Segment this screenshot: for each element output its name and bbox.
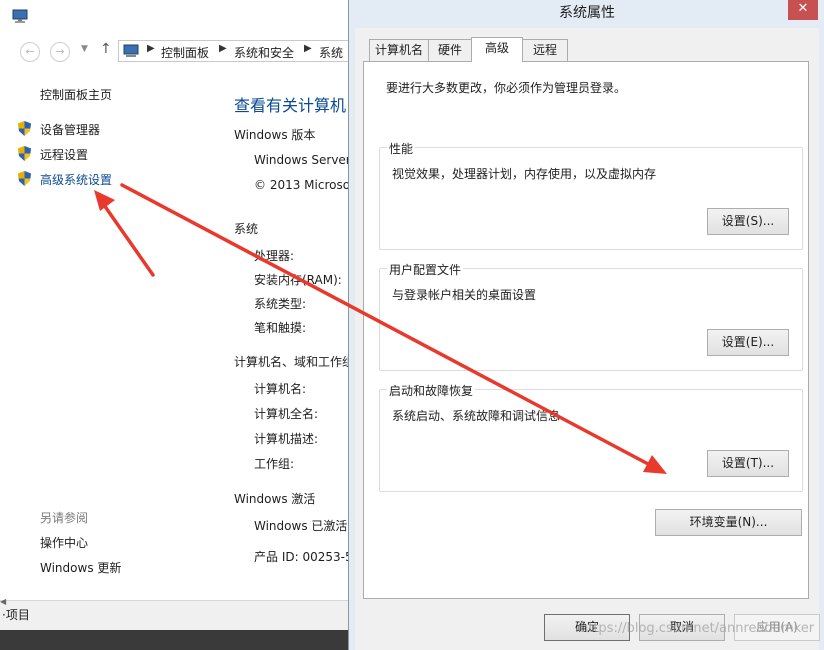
close-icon[interactable]: ✕ — [788, 0, 818, 20]
activation-status: Windows 已激活 — [254, 519, 348, 533]
performance-group: 性能 视觉效果，处理器计划，内存使用，以及虚拟内存 设置(S)... — [379, 140, 803, 250]
startup-recovery-settings-button[interactable]: 设置(T)... — [707, 450, 789, 477]
control-panel-home-link[interactable]: 控制面板主页 — [40, 86, 112, 103]
tab-hardware[interactable]: 硬件 — [428, 39, 472, 61]
watermark-text: https://blog.csdn.net/annreaddmker — [580, 621, 815, 636]
action-center-link[interactable]: 操作中心 — [40, 534, 88, 551]
control-panel-window: ← → ▼ ↑ ▶ 控制面板 ▶ 系统和安全 ▶ 系统 控制面板主页 设备管理器 — [0, 0, 358, 650]
breadcrumb-separator-icon: ▶ — [147, 43, 155, 54]
breadcrumb-separator-icon: ▶ — [304, 43, 312, 54]
advanced-system-settings-link[interactable]: 高级系统设置 — [40, 171, 112, 188]
uac-shield-icon — [18, 171, 31, 186]
tab-remote[interactable]: 远程 — [522, 39, 568, 61]
performance-desc: 视觉效果，处理器计划，内存使用，以及虚拟内存 — [392, 167, 657, 181]
advanced-tab-panel: 要进行大多数更改，你必须作为管理员登录。 性能 视觉效果，处理器计划，内存使用，… — [363, 61, 809, 599]
see-also-heading: 另请参阅 — [40, 511, 89, 525]
user-profiles-title: 用户配置文件 — [387, 261, 464, 278]
user-profiles-group: 用户配置文件 与登录帐户相关的桌面设置 设置(E)... — [379, 261, 803, 371]
activation-heading: Windows 激活 — [234, 492, 316, 506]
system-heading: 系统 — [234, 222, 259, 236]
processor-label: 处理器: — [254, 249, 295, 263]
status-bar: ◀ ·项目 — [0, 597, 350, 630]
taskbar — [0, 630, 350, 650]
control-panel-titlebar — [0, 0, 350, 30]
startup-recovery-group: 启动和故障恢复 系统启动、系统故障和调试信息 设置(T)... — [379, 382, 803, 492]
up-button[interactable]: ↑ — [100, 41, 112, 57]
system-type-label: 系统类型: — [254, 297, 307, 311]
system-app-icon — [12, 9, 28, 23]
uac-shield-icon — [18, 146, 31, 161]
windows-update-link[interactable]: Windows 更新 — [40, 559, 121, 576]
edition-name: Windows Server — [254, 153, 351, 167]
performance-settings-button[interactable]: 设置(S)... — [707, 208, 789, 235]
breadcrumb-system[interactable]: 系统 — [319, 44, 343, 61]
control-panel-icon — [123, 44, 139, 57]
navigation-bar: ← → ▼ ↑ ▶ 控制面板 ▶ 系统和安全 ▶ 系统 — [0, 36, 358, 66]
device-manager-link[interactable]: 设备管理器 — [40, 121, 100, 138]
recent-pages-chevron-icon[interactable]: ▼ — [81, 44, 88, 54]
dialog-body: 计算机名 硬件 高级 远程 要进行大多数更改，你必须作为管理员登录。 性能 视觉… — [355, 28, 820, 650]
tab-computer-name[interactable]: 计算机名 — [369, 39, 429, 61]
admin-notice: 要进行大多数更改，你必须作为管理员登录。 — [386, 81, 627, 95]
back-button[interactable]: ← — [20, 42, 40, 62]
forward-button[interactable]: → — [50, 42, 70, 62]
workgroup-label: 工作组: — [254, 457, 295, 471]
address-bar[interactable]: ▶ 控制面板 ▶ 系统和安全 ▶ 系统 — [118, 40, 358, 62]
breadcrumb-system-security[interactable]: 系统和安全 — [234, 44, 294, 61]
performance-title: 性能 — [387, 140, 416, 157]
full-name-label: 计算机全名: — [254, 407, 319, 421]
dialog-title: 系统属性 — [559, 5, 615, 21]
edition-heading: Windows 版本 — [234, 128, 316, 142]
page-title: 查看有关计算机 — [234, 96, 347, 115]
computer-name-label: 计算机名: — [254, 382, 307, 396]
product-id: 产品 ID: 00253-5 — [254, 550, 353, 564]
environment-variables-button[interactable]: 环境变量(N)... — [655, 509, 802, 536]
uac-shield-icon — [18, 121, 31, 136]
tab-advanced[interactable]: 高级 — [471, 37, 523, 62]
description-label: 计算机描述: — [254, 432, 319, 446]
item-count-text: ·项目 — [2, 608, 30, 622]
copyright-text: © 2013 Microso — [254, 178, 351, 192]
scroll-left-icon[interactable]: ◀ — [0, 597, 6, 606]
breadcrumb-control-panel[interactable]: 控制面板 — [161, 44, 209, 61]
ram-label: 安装内存(RAM): — [254, 273, 342, 287]
startup-recovery-desc: 系统启动、系统故障和调试信息 — [392, 409, 561, 423]
pen-touch-label: 笔和触摸: — [254, 321, 307, 335]
user-profiles-desc: 与登录帐户相关的桌面设置 — [392, 288, 537, 302]
breadcrumb-separator-icon: ▶ — [219, 43, 227, 54]
remote-settings-link[interactable]: 远程设置 — [40, 146, 88, 163]
startup-recovery-title: 启动和故障恢复 — [387, 382, 476, 399]
system-properties-dialog: 系统属性 ✕ 计算机名 硬件 高级 远程 要进行大多数更改，你必须作为管理员登录… — [348, 0, 824, 650]
computer-name-heading: 计算机名、域和工作组 — [234, 355, 355, 369]
user-profiles-settings-button[interactable]: 设置(E)... — [707, 329, 789, 356]
